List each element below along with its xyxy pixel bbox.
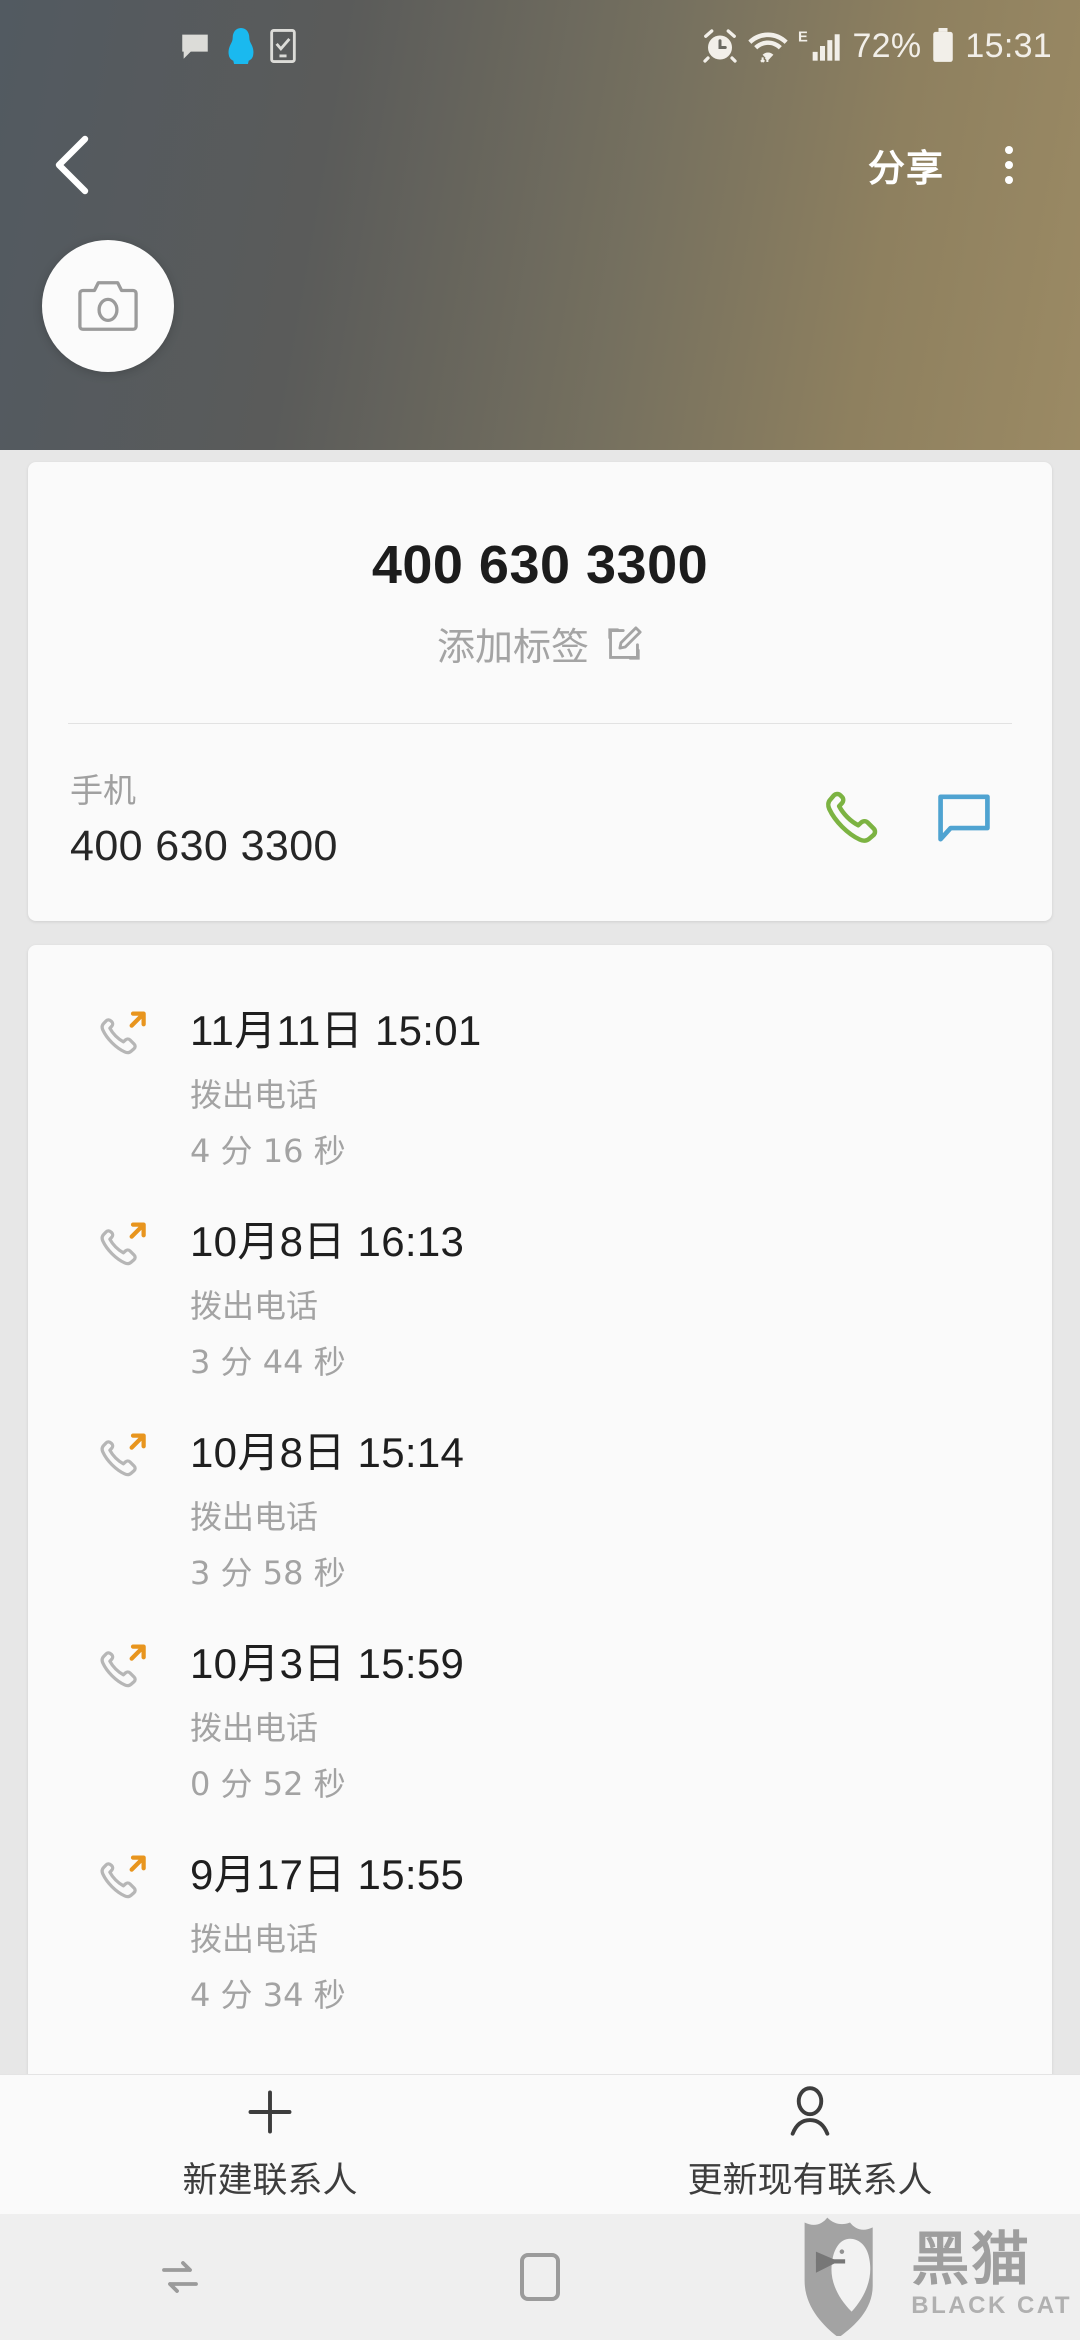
call-log-date: 10月8日 15:14 [190, 1429, 465, 1476]
camera-icon [78, 281, 138, 331]
overflow-dot [1005, 146, 1013, 154]
call-log-type: 拨出电话 [190, 1498, 319, 1536]
call-log-date: 10月8日 16:13 [190, 1218, 465, 1265]
overflow-dot [1005, 161, 1013, 169]
scroll-content[interactable]: 400 630 3300 添加标签 手机 400 630 3300 11月11日… [0, 450, 1080, 2074]
call-log-date: 11月11日 15:01 [190, 1007, 482, 1054]
update-contact-label: 更新现有联系人 [687, 2161, 933, 2201]
share-button[interactable]: 分享 [858, 132, 954, 198]
home-icon [520, 2253, 560, 2301]
call-history-list: 11月11日 15:01 拨出电话 4 分 16 秒 10月8日 16:13 拨出电话 3… [28, 979, 1052, 2034]
status-bar-system-icons: E 72% 15:31 [702, 27, 1052, 66]
call-log-date: 10月3日 15:59 [190, 1640, 465, 1687]
recents-button[interactable] [0, 2253, 360, 2301]
message-bubble-icon [182, 34, 208, 59]
new-contact-label: 新建联系人 [182, 2161, 358, 2201]
alarm-clock-icon [703, 29, 738, 63]
phone-info: 手机 400 630 3300 [70, 764, 816, 871]
call-log-duration: 4 分 34 秒 [190, 1976, 346, 2014]
call-log-type: 拨出电话 [190, 1287, 319, 1325]
call-history-card: 11月11日 15:01 拨出电话 4 分 16 秒 10月8日 16:13 拨出电话 3… [28, 945, 1052, 2074]
outgoing-call-icon [96, 1208, 166, 1383]
phone-number-row[interactable]: 手机 400 630 3300 [28, 724, 1052, 911]
message-bubble-icon [938, 793, 990, 842]
task-checklist-icon [270, 29, 296, 63]
status-bar-notification-icons [178, 28, 296, 64]
call-log-details: 9月17日 15:55 拨出电话 4 分 34 秒 [166, 1841, 464, 2016]
black-cat-watermark: 黑猫 BLACK CAT [801, 2216, 1072, 2336]
send-message-button[interactable] [928, 782, 1000, 854]
status-bar: E 72% 15:31 [0, 0, 1080, 92]
call-log-duration: 3 分 44 秒 [190, 1343, 346, 1381]
plus-icon [248, 2090, 292, 2134]
call-log-date: 9月17日 15:55 [190, 1851, 465, 1898]
person-icon [790, 2086, 830, 2136]
call-log-duration: 0 分 52 秒 [190, 1765, 346, 1803]
contact-header-card: 400 630 3300 添加标签 手机 400 630 3300 [28, 462, 1052, 921]
app-toolbar: 分享 [0, 110, 1080, 220]
contact-name: 400 630 3300 [371, 535, 709, 595]
qq-penguin-icon [228, 28, 254, 64]
watermark-text-block: 黑猫 BLACK CAT [911, 2225, 1072, 2319]
bottom-action-bar: 新建联系人 更新现有联系人 [0, 2074, 1080, 2214]
overflow-dot [1005, 176, 1013, 184]
new-contact-button[interactable]: 新建联系人 [0, 2075, 540, 2214]
phone-type-label: 手机 [70, 771, 136, 810]
edit-pencil-icon[interactable] [605, 625, 643, 663]
call-log-details: 10月8日 15:14 拨出电话 3 分 58 秒 [166, 1419, 464, 1594]
outgoing-call-icon [96, 1841, 166, 2016]
update-contact-button[interactable]: 更新现有联系人 [540, 2075, 1080, 2214]
call-log-entry[interactable]: 11月11日 15:01 拨出电话 4 分 16 秒 [28, 979, 1052, 1190]
contact-avatar-button[interactable] [42, 240, 174, 372]
call-log-entry[interactable]: 10月8日 16:13 拨出电话 3 分 44 秒 [28, 1190, 1052, 1401]
watermark-cn-label: 黑猫 [911, 2225, 1032, 2294]
battery-icon [933, 28, 954, 62]
call-log-details: 10月3日 15:59 拨出电话 0 分 52 秒 [166, 1630, 464, 1805]
call-log-duration: 3 分 58 秒 [190, 1554, 346, 1592]
black-cat-shield-logo [804, 2217, 873, 2336]
add-label-text: 添加标签 [436, 625, 589, 669]
svg-text:E: E [798, 30, 808, 46]
recents-icon [162, 2261, 198, 2293]
battery-percent-label: 72% [852, 26, 922, 65]
back-button[interactable] [36, 128, 110, 202]
home-button[interactable] [360, 2251, 720, 2303]
call-log-details: 10月8日 16:13 拨出电话 3 分 44 秒 [166, 1208, 464, 1383]
call-log-details: 11月11日 15:01 拨出电话 4 分 16 秒 [166, 997, 482, 1172]
call-log-type: 拨出电话 [190, 1076, 319, 1114]
clock-label: 15:31 [965, 26, 1052, 65]
phone-handset-icon [826, 791, 878, 843]
call-button[interactable] [816, 782, 888, 854]
outgoing-call-icon [96, 1419, 166, 1594]
call-log-entry[interactable]: 10月3日 15:59 拨出电话 0 分 52 秒 [28, 1612, 1052, 1823]
call-log-entry[interactable]: 10月8日 15:14 拨出电话 3 分 58 秒 [28, 1401, 1052, 1612]
call-log-duration: 4 分 16 秒 [190, 1132, 346, 1170]
overflow-menu-button[interactable] [974, 128, 1044, 202]
call-log-entry[interactable]: 9月17日 15:55 拨出电话 4 分 34 秒 [28, 1823, 1052, 2034]
outgoing-call-icon [96, 1630, 166, 1805]
call-log-type: 拨出电话 [190, 1709, 319, 1747]
add-label-row[interactable]: 添加标签 [28, 616, 1052, 679]
watermark-en-label: BLACK CAT [911, 2291, 1072, 2319]
phone-action-buttons [816, 782, 1010, 854]
wifi-icon [748, 32, 789, 63]
outgoing-call-icon [96, 997, 166, 1172]
phone-number-value: 400 630 3300 [70, 822, 338, 870]
call-log-type: 拨出电话 [190, 1920, 319, 1958]
edge-signal-icon: E [798, 30, 841, 61]
chevron-left-icon [55, 135, 89, 195]
